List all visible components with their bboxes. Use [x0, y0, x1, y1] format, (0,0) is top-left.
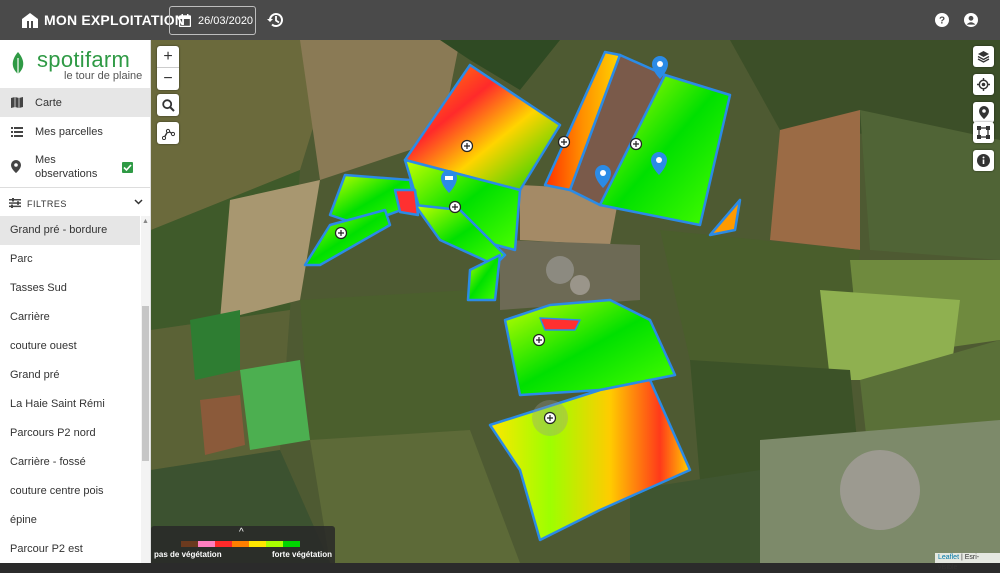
info-icon — [977, 154, 990, 167]
field-centroid-marker[interactable] — [460, 139, 474, 153]
zoom-control: + − — [157, 46, 179, 90]
app-title[interactable]: MON EXPLOITATION — [44, 12, 185, 28]
farm-icon — [22, 13, 38, 28]
layers-button[interactable] — [973, 46, 994, 67]
chevron-down-icon — [134, 199, 143, 205]
leaf-icon — [12, 52, 24, 76]
legend-color-scale — [181, 541, 300, 547]
field-centroid-marker[interactable] — [557, 135, 571, 149]
sidebar: spotifarm le tour de plaine Carte Mes pa… — [0, 40, 151, 563]
parcel-list-item[interactable]: couture ouest — [0, 332, 140, 361]
marker-icon — [11, 160, 21, 173]
legend-color-swatch — [249, 541, 266, 547]
parcel-list-item[interactable]: Carrière - fossé — [0, 448, 140, 477]
parcel-list-item[interactable]: Grand pré - bordure — [0, 216, 140, 245]
parcel-list-item[interactable]: Parcour P2 est — [0, 535, 140, 563]
nav-carte-label: Carte — [35, 96, 62, 109]
help-icon[interactable]: ? — [935, 13, 949, 27]
map-icon — [11, 97, 23, 108]
legend-color-swatch — [266, 541, 283, 547]
field-centroid-marker[interactable] — [334, 226, 348, 240]
nav-mes-parcelles[interactable]: Mes parcelles — [0, 117, 150, 146]
user-icon[interactable] — [964, 13, 978, 27]
filters-toggle[interactable]: FILTRES — [0, 192, 150, 216]
parcel-list-item[interactable]: Parcours P2 nord — [0, 419, 140, 448]
parcel-list-item[interactable]: Grand pré — [0, 361, 140, 390]
date-picker-button[interactable]: 26/03/2020 — [169, 6, 256, 35]
observations-checkbox[interactable] — [122, 162, 133, 173]
calendar-icon — [179, 14, 191, 27]
zoom-in-button[interactable]: + — [157, 46, 179, 68]
locate-button[interactable] — [973, 74, 994, 95]
nav-parcelles-label: Mes parcelles — [35, 125, 103, 138]
logo[interactable]: spotifarm le tour de plaine — [0, 40, 150, 88]
nav-carte[interactable]: Carte — [0, 88, 150, 117]
marker-icon — [978, 106, 989, 119]
parcel-list-scrollbar[interactable]: ▲ — [141, 216, 150, 563]
legend-color-swatch — [215, 541, 232, 547]
info-button[interactable] — [973, 150, 994, 171]
parcel-list-item[interactable]: Carrière — [0, 303, 140, 332]
parcel-list-item[interactable]: Parc — [0, 245, 140, 274]
satellite-map[interactable] — [151, 40, 1000, 563]
list-icon — [11, 126, 23, 137]
map-view[interactable] — [151, 40, 1000, 563]
logo-tagline: le tour de plaine — [64, 70, 143, 82]
nav-observations-line1: Mes — [35, 154, 56, 166]
field-centroid-marker[interactable] — [543, 411, 557, 425]
parcel-list-item[interactable]: Tasses Sud — [0, 274, 140, 303]
check-icon — [123, 164, 132, 172]
scroll-up-icon[interactable]: ▲ — [142, 218, 149, 225]
map-attribution: Leaflet | Esri-visible — [935, 553, 1000, 571]
zoom-out-button[interactable]: − — [157, 68, 179, 90]
top-bar: MON EXPLOITATION 26/03/2020 ? — [0, 0, 1000, 40]
filters-label: FILTRES — [27, 199, 67, 209]
legend-color-swatch — [181, 541, 198, 547]
date-label: 26/03/2020 — [198, 14, 254, 27]
legend-color-swatch — [198, 541, 215, 547]
draw-line-icon — [161, 128, 175, 140]
nav-observations-label: Mes observations — [35, 153, 97, 181]
parcel-list-item[interactable]: La Haie Saint Rémi — [0, 390, 140, 419]
search-button[interactable] — [157, 94, 179, 116]
svg-text:?: ? — [939, 16, 945, 27]
nav-mes-observations[interactable]: Mes observations — [0, 146, 150, 188]
ndvi-legend: ^ pas de végétation forte végétation — [151, 526, 335, 563]
leaflet-link[interactable]: Leaflet — [938, 554, 959, 561]
field-centroid-marker[interactable] — [448, 200, 462, 214]
layers-icon — [977, 51, 990, 63]
field-centroid-marker[interactable] — [532, 333, 546, 347]
legend-color-swatch — [283, 541, 300, 547]
parcel-list-item[interactable]: couture centre pois — [0, 477, 140, 506]
parcel-list: Grand pré - bordure Parc Tasses Sud Carrièr… — [0, 216, 140, 563]
parcel-list-item[interactable]: épine — [0, 506, 140, 535]
nav-observations-line2: observations — [35, 168, 98, 180]
select-area-icon — [977, 126, 990, 139]
draw-button[interactable] — [157, 122, 179, 144]
add-marker-button[interactable] — [973, 102, 994, 123]
field-centroid-marker[interactable] — [629, 137, 643, 151]
select-area-button[interactable] — [973, 122, 994, 143]
scroll-thumb[interactable] — [142, 306, 149, 461]
legend-max-label: forte végétation — [272, 550, 333, 559]
legend-color-swatch — [232, 541, 249, 547]
sliders-icon — [9, 198, 21, 208]
search-icon — [161, 98, 175, 112]
legend-min-label: pas de végétation — [154, 550, 222, 559]
history-icon[interactable] — [266, 10, 286, 30]
locate-icon — [977, 78, 990, 91]
legend-collapse-icon[interactable]: ^ — [239, 527, 244, 538]
